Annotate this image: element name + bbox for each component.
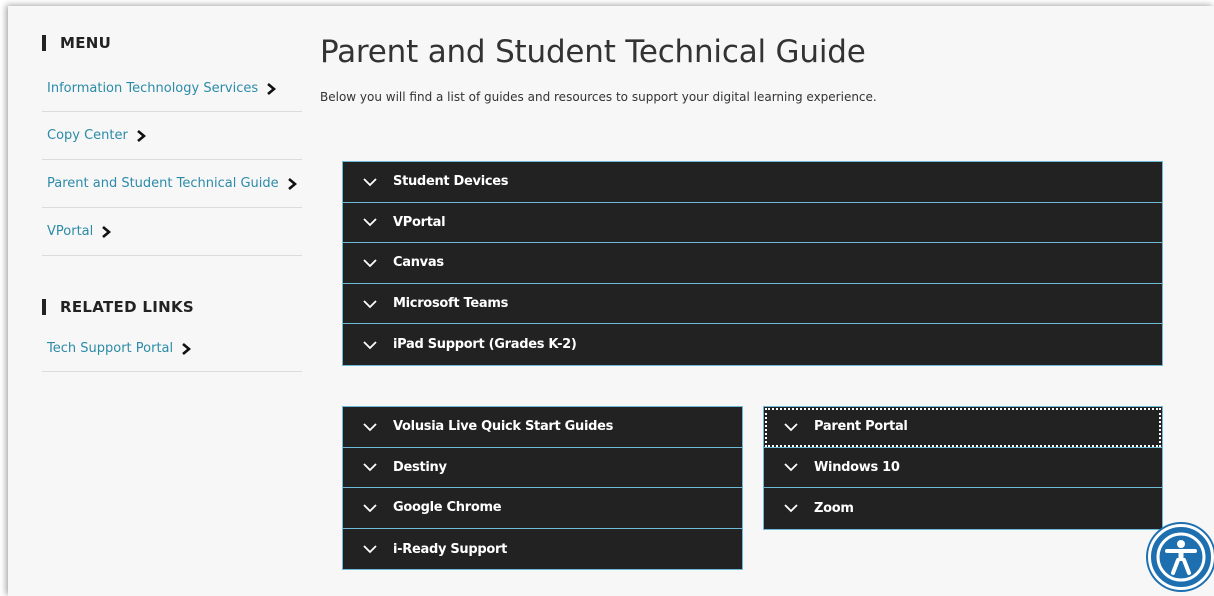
sidebar: MENU Information Technology Services Cop…: [42, 32, 302, 372]
heading-bar: [42, 35, 46, 51]
page-subtitle: Below you will find a list of guides and…: [320, 90, 877, 104]
accordion-item-microsoft-teams[interactable]: Microsoft Teams: [343, 284, 1162, 325]
heading-bar: [42, 299, 46, 315]
chevron-down-icon: [363, 504, 377, 513]
chevron-down-icon: [363, 259, 377, 268]
chevron-down-icon: [363, 463, 377, 472]
menu-item-label: Copy Center: [47, 128, 128, 143]
chevron-down-icon: [784, 504, 798, 513]
accordion-label: Parent Portal: [814, 419, 908, 435]
accordion-top: Student Devices VPortal Canvas Microsoft…: [342, 161, 1163, 366]
menu-item-vportal[interactable]: VPortal: [42, 208, 302, 256]
accordion-item-canvas[interactable]: Canvas: [343, 243, 1162, 284]
accordion-bottom-left: Volusia Live Quick Start Guides Destiny …: [342, 406, 743, 571]
chevron-down-icon: [784, 423, 798, 432]
accordion-item-volusia-live[interactable]: Volusia Live Quick Start Guides: [343, 407, 742, 448]
accessibility-button[interactable]: [1148, 524, 1214, 590]
accordion-label: Volusia Live Quick Start Guides: [393, 419, 614, 435]
related-links-heading: RELATED LINKS: [42, 296, 302, 318]
page-frame: MENU Information Technology Services Cop…: [8, 6, 1214, 596]
related-links-section: RELATED LINKS Tech Support Portal: [42, 296, 302, 372]
chevron-down-icon: [363, 178, 377, 187]
accordion-label: i-Ready Support: [393, 541, 508, 557]
accordion-item-vportal[interactable]: VPortal: [343, 203, 1162, 244]
accordion-label: Destiny: [393, 459, 447, 475]
related-item-tech-support[interactable]: Tech Support Portal: [42, 326, 302, 372]
accessibility-icon: [1156, 532, 1206, 582]
accordion-item-zoom[interactable]: Zoom: [764, 488, 1162, 529]
accordion-item-google-chrome[interactable]: Google Chrome: [343, 488, 742, 529]
accordion-item-i-ready[interactable]: i-Ready Support: [343, 529, 742, 570]
accordion-item-student-devices[interactable]: Student Devices: [343, 162, 1162, 203]
chevron-down-icon: [363, 218, 377, 227]
main-content: Parent and Student Technical Guide Below…: [320, 28, 1180, 104]
page-title: Parent and Student Technical Guide: [320, 34, 866, 70]
chevron-down-icon: [363, 423, 377, 432]
menu-item-label: Parent and Student Technical Guide: [47, 176, 279, 191]
chevron-right-icon: [137, 129, 146, 142]
menu-item-label: VPortal: [47, 224, 94, 239]
menu-heading: MENU: [42, 32, 302, 54]
accordion-item-destiny[interactable]: Destiny: [343, 448, 742, 489]
accordion-item-parent-portal[interactable]: Parent Portal: [764, 407, 1162, 448]
chevron-down-icon: [363, 299, 377, 308]
chevron-right-icon: [267, 82, 277, 95]
accordion-label: Google Chrome: [393, 500, 502, 516]
chevron-right-icon: [102, 225, 112, 238]
accordion-label: Windows 10: [814, 459, 900, 475]
menu-item-technical-guide[interactable]: Parent and Student Technical Guide: [42, 160, 302, 208]
accordion-label: Canvas: [393, 255, 444, 271]
accordion-label: iPad Support (Grades K-2): [393, 337, 577, 353]
accordion-item-ipad-support[interactable]: iPad Support (Grades K-2): [343, 324, 1162, 365]
chevron-down-icon: [363, 341, 377, 349]
accordion-item-windows-10[interactable]: Windows 10: [764, 448, 1162, 489]
menu-heading-label: MENU: [60, 34, 112, 52]
accordion-label: Student Devices: [393, 174, 509, 190]
menu-list: Information Technology Services Copy Cen…: [42, 66, 302, 256]
accordion-label: Zoom: [814, 500, 854, 516]
chevron-down-icon: [784, 463, 798, 472]
related-list: Tech Support Portal: [42, 326, 302, 372]
menu-item-copy-center[interactable]: Copy Center: [42, 112, 302, 160]
related-heading-label: RELATED LINKS: [60, 298, 194, 316]
menu-item-its[interactable]: Information Technology Services: [42, 66, 302, 112]
accordion-label: Microsoft Teams: [393, 296, 509, 312]
accordion-label: VPortal: [393, 214, 446, 230]
menu-item-label: Information Technology Services: [47, 81, 259, 96]
related-item-label: Tech Support Portal: [47, 341, 174, 356]
chevron-right-icon: [182, 342, 192, 355]
chevron-down-icon: [363, 545, 377, 554]
accordion-bottom-right: Parent Portal Windows 10 Zoom: [763, 406, 1163, 530]
chevron-right-icon: [287, 177, 297, 190]
